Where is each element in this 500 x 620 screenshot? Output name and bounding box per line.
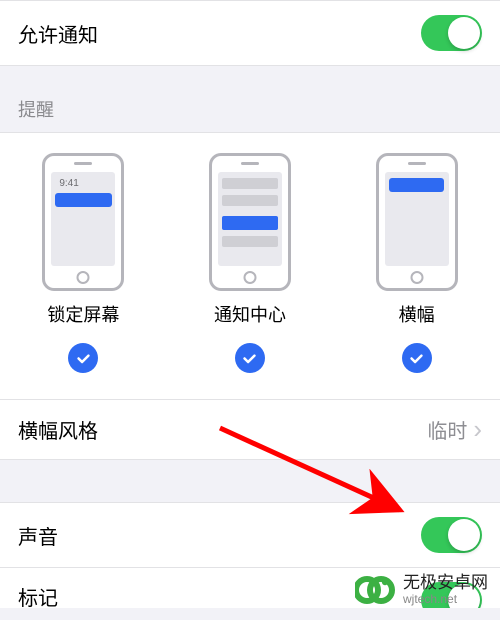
notification-center-preview — [209, 153, 291, 291]
alerts-options-row: 9:41 锁定屏幕 通知中心 — [0, 153, 500, 373]
watermark: 无极安卓网 wjtech.net — [355, 570, 488, 610]
allow-notifications-label: 允许通知 — [18, 19, 98, 48]
banner-style-value-group: 临时 › — [427, 414, 482, 445]
check-icon — [402, 343, 432, 373]
allow-notifications-cell[interactable]: 允许通知 — [0, 0, 500, 66]
allow-notifications-toggle[interactable] — [421, 15, 482, 51]
watermark-logo-icon — [355, 570, 395, 610]
watermark-text: 无极安卓网 wjtech.net — [403, 573, 488, 606]
alert-label-lock-screen: 锁定屏幕 — [47, 301, 119, 327]
alerts-section-header: 提醒 — [0, 66, 500, 132]
watermark-url: wjtech.net — [403, 593, 488, 607]
alert-option-notification-center[interactable]: 通知中心 — [209, 153, 291, 373]
toggle-knob — [448, 519, 480, 551]
alert-option-lock-screen[interactable]: 9:41 锁定屏幕 — [42, 153, 124, 373]
toggle-knob — [448, 17, 480, 49]
badges-label: 标记 — [18, 582, 58, 608]
banner-style-cell[interactable]: 横幅风格 临时 › — [0, 400, 500, 460]
lock-screen-preview: 9:41 — [42, 153, 124, 291]
lock-screen-time: 9:41 — [59, 178, 78, 189]
alerts-panel: 9:41 锁定屏幕 通知中心 — [0, 132, 500, 400]
banner-style-label: 横幅风格 — [18, 415, 98, 444]
alert-label-banners: 横幅 — [399, 301, 435, 327]
sounds-label: 声音 — [18, 521, 58, 550]
alert-option-banners[interactable]: 横幅 — [376, 153, 458, 373]
alert-label-notification-center: 通知中心 — [214, 301, 286, 327]
sounds-toggle[interactable] — [421, 517, 482, 553]
check-icon — [68, 343, 98, 373]
watermark-title: 无极安卓网 — [403, 573, 488, 593]
section-gap — [0, 460, 500, 502]
chevron-right-icon: › — [473, 414, 482, 445]
banner-style-value: 临时 — [427, 415, 467, 444]
sounds-cell[interactable]: 声音 — [0, 502, 500, 568]
check-icon — [235, 343, 265, 373]
banners-preview — [376, 153, 458, 291]
